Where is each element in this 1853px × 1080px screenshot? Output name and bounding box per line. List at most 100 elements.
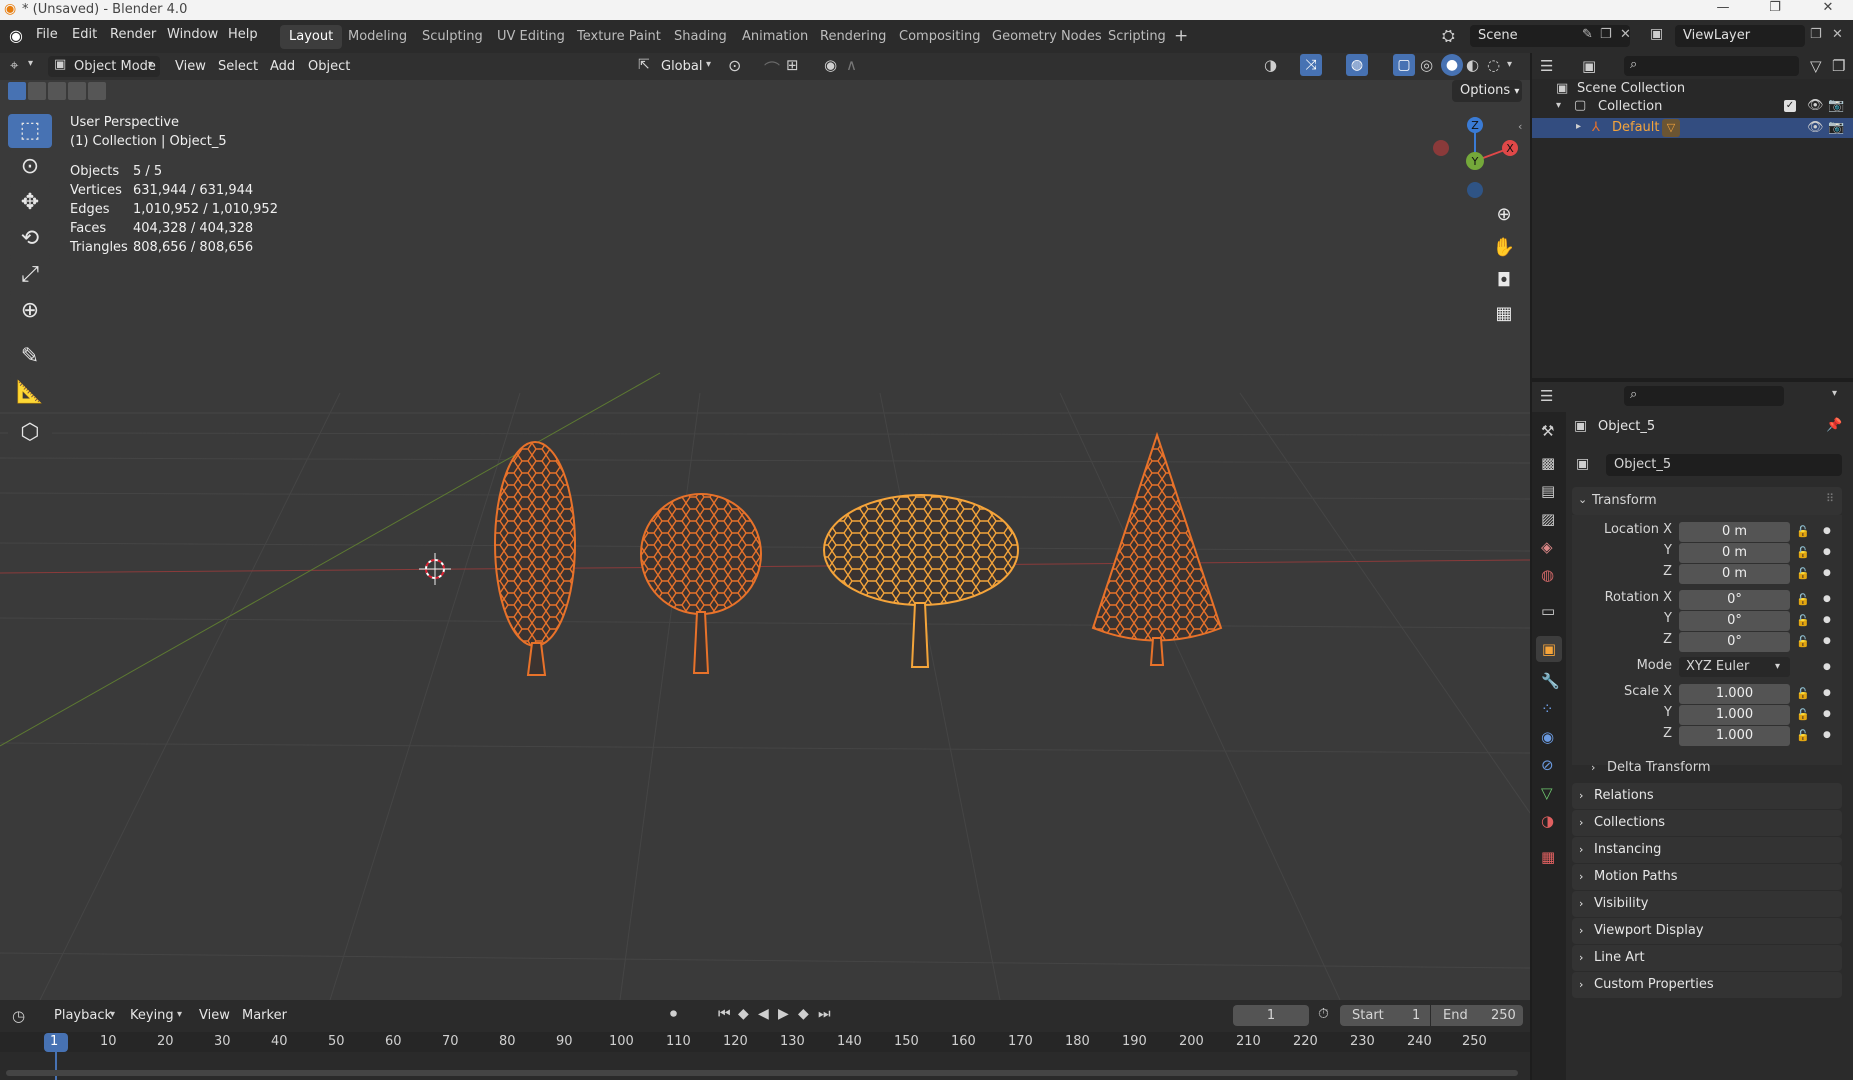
keyframe-dot-icon[interactable]: ● <box>1823 730 1831 740</box>
world-tab-icon[interactable]: ◍ <box>1541 566 1554 584</box>
modifier-tab-icon[interactable]: 🔧 <box>1541 672 1560 690</box>
tool-tab-icon[interactable]: ⚒ <box>1541 422 1554 440</box>
tab-texture-paint[interactable]: Texture Paint <box>568 25 670 49</box>
gizmo-toggle-icon[interactable]: ⤨ <box>1300 54 1322 76</box>
object-name-field[interactable]: Object_5 <box>1606 454 1842 476</box>
rotation-y-field[interactable]: 0° <box>1679 611 1790 631</box>
xray-toggle-icon[interactable]: ▢ <box>1393 54 1415 76</box>
scene-selector-icon[interactable]: ⛭ <box>1442 26 1455 46</box>
timeline-scrollbar[interactable] <box>6 1070 1518 1076</box>
tab-scripting[interactable]: Scripting <box>1099 25 1175 49</box>
tab-animation[interactable]: Animation <box>733 25 817 49</box>
location-x-field[interactable]: 0 m <box>1679 522 1790 542</box>
view-layer-icon[interactable]: ▣ <box>1650 26 1663 42</box>
menu-file[interactable]: File <box>36 27 58 42</box>
keyframe-dot-icon[interactable]: ● <box>1823 636 1831 646</box>
menu-render[interactable]: Render <box>110 27 156 42</box>
jump-start-icon[interactable]: ⏮ <box>718 1006 731 1022</box>
select-extend-icon[interactable] <box>28 82 46 100</box>
outliner-search-input[interactable]: ⌕ <box>1624 56 1799 76</box>
lock-icon[interactable]: 🔓 <box>1796 525 1810 538</box>
panel-line-art[interactable]: › Line Art <box>1572 945 1842 971</box>
3d-cursor[interactable] <box>419 553 451 585</box>
editor-type-icon[interactable]: ⌖ <box>10 56 18 74</box>
select-new-icon[interactable] <box>8 82 26 100</box>
output-tab-icon[interactable]: ▤ <box>1541 482 1555 500</box>
material-shading-icon[interactable]: ◐ <box>1466 56 1479 74</box>
wireframe-shading-icon[interactable]: ◎ <box>1420 56 1433 74</box>
menu-select[interactable]: Select <box>218 57 258 77</box>
delta-transform-subpanel[interactable]: › Delta Transform <box>1585 757 1842 779</box>
play-icon[interactable]: ▶ <box>778 1006 789 1022</box>
keyframe-dot-icon[interactable]: ● <box>1823 709 1831 719</box>
new-view-layer-icon[interactable]: ❐ <box>1810 27 1822 42</box>
collection-tab-icon[interactable]: ▭ <box>1541 602 1555 620</box>
panel-collections[interactable]: › Collections <box>1572 810 1842 836</box>
tab-shading[interactable]: Shading <box>665 25 736 49</box>
lock-icon[interactable]: 🔓 <box>1796 567 1810 580</box>
collection-visibility-icon[interactable]: 👁 <box>1807 98 1824 113</box>
pin-scene-icon[interactable]: ✎ <box>1582 27 1593 42</box>
perspective-toggle-icon[interactable]: ▦ <box>1490 300 1518 328</box>
select-box-tool-icon[interactable]: ⬚ <box>8 114 52 148</box>
preview-range-icon[interactable]: ⏱ <box>1318 1006 1329 1022</box>
tab-compositing[interactable]: Compositing <box>890 25 990 49</box>
blender-menu-icon[interactable]: ◉ <box>9 26 23 45</box>
lock-icon[interactable]: 🔓 <box>1796 708 1810 721</box>
tab-sculpting[interactable]: Sculpting <box>413 25 492 49</box>
overlay-toggle-icon[interactable]: ◍ <box>1346 54 1368 76</box>
properties-options-chevron-icon[interactable]: ▾ <box>1832 388 1837 399</box>
shading-options-chevron-icon[interactable]: ▾ <box>1507 59 1512 70</box>
filter-icon[interactable]: ▽ <box>1810 57 1822 75</box>
new-scene-icon[interactable]: ❐ <box>1600 27 1612 42</box>
move-tool-icon[interactable]: ✥ <box>8 186 52 220</box>
pan-hand-icon[interactable]: ✋ <box>1490 234 1518 262</box>
view-layer-tab-icon[interactable]: ▨ <box>1541 510 1555 528</box>
rotate-tool-icon[interactable]: ⟲ <box>8 222 52 256</box>
display-mode-icon[interactable]: ▣ <box>1582 57 1596 75</box>
panel-viewport-display[interactable]: › Viewport Display <box>1572 918 1842 944</box>
rendered-shading-icon[interactable]: ◌ <box>1487 56 1500 74</box>
play-reverse-icon[interactable]: ◀ <box>758 1006 769 1022</box>
snap-target-icon[interactable]: ⊞ <box>786 56 799 74</box>
menu-marker[interactable]: Marker <box>242 1006 287 1026</box>
menu-playback[interactable]: Playback <box>54 1006 112 1026</box>
rotation-z-field[interactable]: 0° <box>1679 632 1790 652</box>
location-z-field[interactable]: 0 m <box>1679 564 1790 584</box>
proportional-edit-icon[interactable]: ◉ <box>824 56 837 74</box>
prev-keyframe-icon[interactable]: ◆ <box>738 1006 749 1022</box>
record-icon[interactable]: ⏺ <box>670 1006 677 1022</box>
falloff-icon[interactable]: ∧ <box>846 56 857 74</box>
transform-tool-icon[interactable]: ⊕ <box>8 294 52 328</box>
keyframe-dot-icon[interactable]: ● <box>1823 615 1831 625</box>
panel-relations[interactable]: › Relations <box>1572 783 1842 809</box>
keyframe-dot-icon[interactable]: ● <box>1823 594 1831 604</box>
outliner-row-default[interactable]: ▸ ⅄ Default ▽ 👁 📷 <box>1532 118 1853 138</box>
tree-cone[interactable] <box>1091 431 1223 666</box>
menu-help[interactable]: Help <box>228 27 258 42</box>
render-tab-icon[interactable]: ▩ <box>1541 454 1555 472</box>
annotate-tool-icon[interactable]: ✎ <box>8 340 52 374</box>
transform-panel-header[interactable]: ⌄ Transform ⠿ <box>1572 487 1842 515</box>
minimize-button[interactable]: — <box>1700 0 1746 20</box>
lock-icon[interactable]: 🔓 <box>1796 729 1810 742</box>
menu-timeline-view[interactable]: View <box>199 1006 230 1026</box>
drag-handle-icon[interactable]: ⠿ <box>1826 492 1834 505</box>
current-frame-field[interactable]: 1 <box>1233 1005 1309 1026</box>
keyframe-dot-icon[interactable]: ● <box>1823 568 1831 578</box>
lock-icon[interactable]: 🔓 <box>1796 614 1810 627</box>
select-invert-icon[interactable] <box>68 82 86 100</box>
sidebar-toggle-icon[interactable]: ‹ <box>1518 120 1522 133</box>
view-layer-field[interactable]: ViewLayer <box>1675 25 1805 47</box>
jump-end-icon[interactable]: ⏭ <box>818 1006 831 1022</box>
keyframe-dot-icon[interactable]: ● <box>1823 547 1831 557</box>
scale-z-field[interactable]: 1.000 <box>1679 726 1790 746</box>
lock-icon[interactable]: 🔓 <box>1796 593 1810 606</box>
collection-label[interactable]: Collection <box>1598 99 1662 114</box>
maximize-button[interactable]: ❐ <box>1752 0 1798 20</box>
solid-shading-icon[interactable]: ● <box>1441 54 1463 76</box>
tree-wide-ellipse-active[interactable] <box>823 494 1019 668</box>
lock-icon[interactable]: 🔓 <box>1796 546 1810 559</box>
start-frame-field[interactable]: Start 1 <box>1340 1005 1430 1026</box>
object-visibility-icon[interactable]: 👁 <box>1807 120 1824 135</box>
